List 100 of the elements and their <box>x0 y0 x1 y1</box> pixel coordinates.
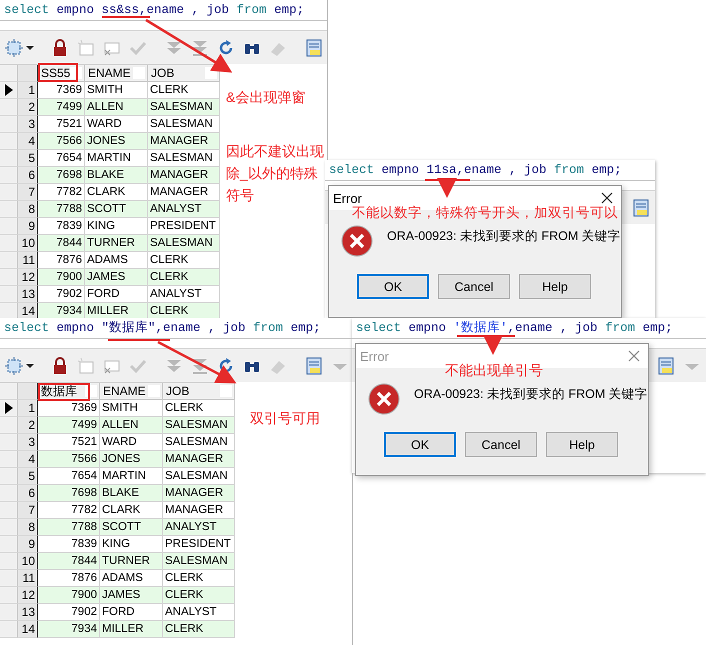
row-number: 7 <box>18 502 38 519</box>
table-cell: CLERK <box>148 82 220 99</box>
table-cell: 7566 <box>38 133 85 150</box>
table-cell: CLERK <box>148 252 220 269</box>
table-cell: JONES <box>85 133 148 150</box>
row-number: 8 <box>18 201 38 218</box>
table-cell: SALESMAN <box>163 468 235 485</box>
column-header[interactable]: JOB <box>148 65 220 82</box>
row-number: 11 <box>18 252 38 269</box>
table-cell: MARTIN <box>100 468 163 485</box>
column-header[interactable]: ENAME <box>100 383 163 400</box>
row-number: 5 <box>18 468 38 485</box>
table-cell: 7844 <box>38 235 85 252</box>
dialog-button[interactable]: Cancel <box>438 274 510 299</box>
column-header[interactable]: JOB <box>163 383 235 400</box>
annotation-note: 因此不建议出现除_以外的特殊符号 <box>226 142 325 205</box>
table-cell: PRESIDENT <box>163 536 235 553</box>
row-number: 9 <box>18 536 38 553</box>
row-number: 13 <box>18 604 38 621</box>
table-cell: KING <box>100 536 163 553</box>
table-cell: ANALYST <box>148 201 220 218</box>
table-cell: 7499 <box>38 99 85 116</box>
table-cell: 7654 <box>38 468 100 485</box>
dialog-button[interactable]: Cancel <box>465 432 537 457</box>
table-cell: 7654 <box>38 150 85 167</box>
row-number: 14 <box>18 621 38 638</box>
table-cell: JONES <box>100 451 163 468</box>
row-indicator[interactable] <box>0 400 18 417</box>
new-record-icon[interactable] <box>76 356 96 376</box>
row-number: 1 <box>18 400 38 417</box>
table-icon[interactable] <box>304 356 324 376</box>
table-cell: SMITH <box>85 82 148 99</box>
table-icon[interactable] <box>656 356 676 376</box>
table-cell: SCOTT <box>85 201 148 218</box>
table-cell: MANAGER <box>163 451 235 468</box>
dialog-title: Error <box>360 348 390 364</box>
table-cell: WARD <box>100 434 163 451</box>
row-number: 6 <box>18 485 38 502</box>
dialog-button[interactable]: Help <box>546 432 618 457</box>
annotation-arrow <box>483 335 503 355</box>
table-cell: 7369 <box>38 82 85 99</box>
table-cell: SALESMAN <box>148 99 220 116</box>
table-cell: KING <box>85 218 148 235</box>
table-cell: CLERK <box>163 570 235 587</box>
table-cell: BLAKE <box>85 167 148 184</box>
table-cell: SALESMAN <box>148 235 220 252</box>
table-cell: FORD <box>85 286 148 303</box>
new-record-icon[interactable] <box>76 38 96 58</box>
table-cell: 7788 <box>38 519 100 536</box>
table-cell: 7782 <box>38 184 85 201</box>
column-header[interactable]: ENAME <box>85 65 148 82</box>
table-cell: 7788 <box>38 201 85 218</box>
table-cell: CLERK <box>163 587 235 604</box>
row-number: 3 <box>18 116 38 133</box>
close-icon[interactable] <box>601 192 613 204</box>
table-cell: PRESIDENT <box>148 218 220 235</box>
dialog-button[interactable]: OK <box>384 432 456 457</box>
table-cell: 7521 <box>38 434 100 451</box>
row-number: 2 <box>18 99 38 116</box>
table-icon[interactable] <box>304 38 324 58</box>
table-cell: 7566 <box>38 451 100 468</box>
select-icon[interactable] <box>4 38 24 58</box>
row-number: 3 <box>18 434 38 451</box>
table-cell: SMITH <box>100 400 163 417</box>
table-cell: CLARK <box>85 184 148 201</box>
annotation-arrow <box>437 178 457 198</box>
row-number: 11 <box>18 570 38 587</box>
table-cell: MANAGER <box>163 485 235 502</box>
row-number: 1 <box>18 82 38 99</box>
underline-mark <box>457 335 515 337</box>
table-cell: 7900 <box>38 269 85 286</box>
dialog-button[interactable]: Help <box>519 274 591 299</box>
table-cell: MANAGER <box>163 502 235 519</box>
table-cell: CLERK <box>148 269 220 286</box>
select-icon[interactable] <box>4 356 24 376</box>
table-cell: 7698 <box>38 167 85 184</box>
row-number: 12 <box>18 269 38 286</box>
table-cell: 7839 <box>38 536 100 553</box>
dialog-button[interactable]: OK <box>357 274 429 299</box>
table-icon[interactable] <box>631 198 651 218</box>
table-cell: 7900 <box>38 587 100 604</box>
table-cell: WARD <box>85 116 148 133</box>
row-number: 12 <box>18 587 38 604</box>
table-cell: 7876 <box>38 570 100 587</box>
table-cell: ANALYST <box>163 519 235 536</box>
annotation-note: 双引号可用 <box>250 409 320 428</box>
error-icon <box>341 225 373 257</box>
underline-mark <box>108 339 170 341</box>
row-indicator[interactable] <box>0 82 18 99</box>
table-cell: BLAKE <box>100 485 163 502</box>
table-cell: ANALYST <box>148 286 220 303</box>
annotation-note: 不能以数字，特殊符号开头，加双引号可以 <box>352 204 618 222</box>
table-cell: 7902 <box>38 604 100 621</box>
table-cell: MANAGER <box>148 167 220 184</box>
table-cell: 7499 <box>38 417 100 434</box>
highlight-box <box>38 383 90 401</box>
table-cell: SALESMAN <box>163 553 235 570</box>
table-cell: ALLEN <box>100 417 163 434</box>
table-cell: 7902 <box>38 286 85 303</box>
row-number: 7 <box>18 184 38 201</box>
